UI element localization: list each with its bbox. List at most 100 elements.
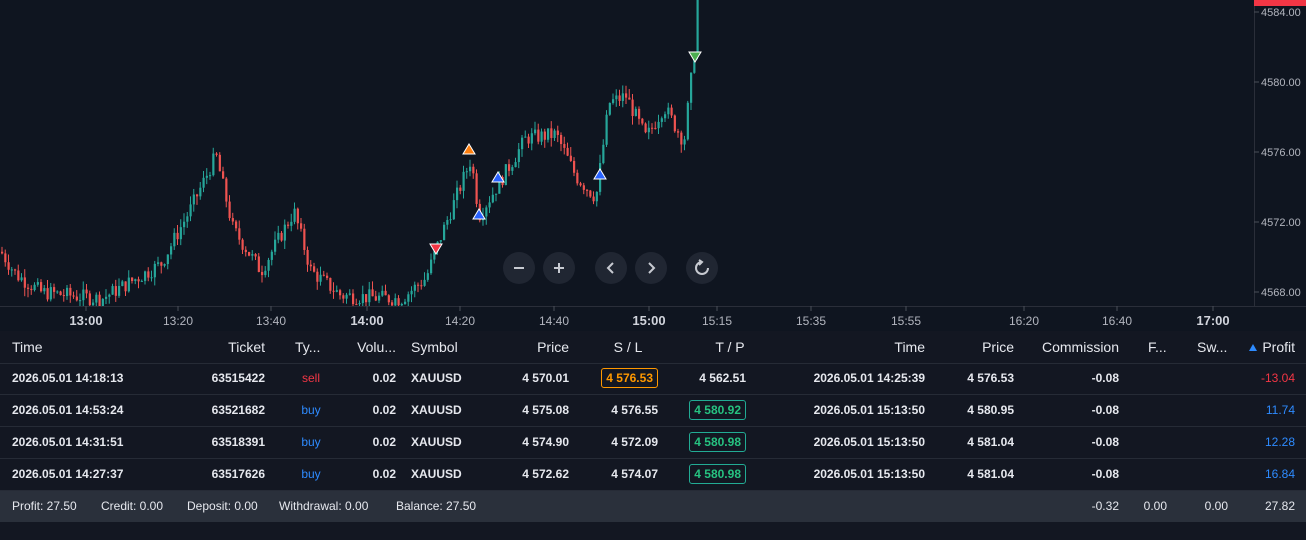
candle (602, 139, 605, 165)
candle (319, 266, 322, 286)
candle (420, 279, 423, 290)
header-volume[interactable]: Volu... (340, 332, 396, 363)
table-row[interactable]: 2026.05.01 14:31:51 63518391 buy 0.02 XAUUSD… (0, 427, 1306, 459)
cell-tp: 4 580.98 (668, 427, 746, 458)
candle (595, 191, 598, 207)
candle (53, 283, 56, 299)
candle (69, 284, 72, 303)
candle (615, 89, 618, 107)
header-fee[interactable]: F... (1148, 332, 1167, 363)
candle (404, 298, 407, 305)
header-price[interactable]: Price (490, 332, 569, 363)
header-tp[interactable]: T / P (700, 332, 760, 363)
candle (543, 128, 546, 148)
sl-exit-marker-icon[interactable] (462, 143, 476, 155)
cell-price: 4 572.62 (522, 467, 569, 481)
candle (254, 253, 257, 260)
candle (137, 276, 140, 289)
cell-ticket: 63517626 (211, 467, 265, 481)
candle (46, 279, 49, 302)
header-sl[interactable]: S / L (598, 332, 658, 363)
candle (475, 169, 478, 208)
candle (189, 196, 192, 222)
header-symbol[interactable]: Symbol (411, 332, 458, 363)
header-commission[interactable]: Commission (1030, 332, 1119, 363)
header-swap[interactable]: Sw... (1197, 332, 1227, 363)
cell-commission: -0.08 (1091, 371, 1119, 385)
x-tick-label: 16:20 (1009, 314, 1039, 328)
header-ticket[interactable]: Ticket (180, 332, 265, 363)
candle (508, 159, 511, 177)
candle (85, 283, 88, 299)
candle (569, 147, 572, 162)
sl-hit-badge: 4 576.53 (601, 368, 658, 388)
header-time[interactable]: Time (12, 332, 43, 363)
scroll-left-button[interactable] (595, 252, 627, 284)
y-tick-label: 4584.00 (1261, 7, 1301, 19)
candle (98, 291, 101, 306)
candle (381, 285, 384, 297)
candle (641, 117, 644, 126)
candle (131, 277, 134, 284)
zoom-out-button[interactable] (503, 252, 535, 284)
candle (111, 283, 114, 295)
zoom-in-button[interactable] (543, 252, 575, 284)
summary-total-profit: 27.82 (1264, 499, 1295, 513)
header-profit[interactable]: Profit (1225, 332, 1295, 363)
header-close-price[interactable]: Price (940, 332, 1014, 363)
cell-price: 4 575.08 (522, 403, 569, 417)
price-chart[interactable]: 4584.00 4580.00 4576.00 4572.00 4568.00 13:0… (0, 0, 1306, 331)
candle (563, 136, 566, 155)
candle (88, 290, 91, 306)
summary-credit: Credit: 0.00 (101, 499, 164, 513)
candle (267, 257, 270, 278)
candle (290, 213, 293, 232)
candle (335, 285, 338, 293)
candle (30, 285, 33, 295)
candle (264, 266, 267, 278)
candle (446, 216, 449, 230)
cell-symbol: XAUUSD (411, 435, 462, 449)
candle (313, 262, 316, 273)
candle (231, 212, 234, 225)
candle (670, 104, 673, 119)
candle (121, 279, 124, 287)
reset-chart-button[interactable] (686, 252, 718, 284)
summary-withdrawal: Withdrawal: 0.00 (279, 499, 369, 513)
tp-exit-marker-icon[interactable] (688, 51, 702, 63)
candle (147, 267, 150, 282)
candle (199, 182, 202, 200)
cell-price: 4 574.90 (522, 435, 569, 449)
y-tick-label: 4576.00 (1261, 147, 1301, 159)
candle (251, 250, 254, 261)
sell-entry-marker-icon[interactable] (429, 243, 443, 255)
candle (274, 231, 277, 256)
header-type[interactable]: Ty... (295, 332, 320, 363)
candle (365, 294, 368, 306)
candle (664, 111, 667, 123)
table-row[interactable]: 2026.05.01 14:53:24 63521682 buy 0.02 XAUUSD… (0, 395, 1306, 427)
scroll-right-button[interactable] (635, 252, 667, 284)
candle (621, 85, 624, 108)
candle (387, 294, 390, 306)
candle (33, 282, 36, 292)
candle (469, 159, 472, 177)
cell-type: sell (301, 371, 320, 385)
table-row[interactable]: 2026.05.01 14:18:13 63515422 sell 0.02 XAUUS… (0, 363, 1306, 395)
buy-entry-marker-icon[interactable] (593, 168, 607, 180)
cell-volume: 0.02 (372, 467, 396, 481)
candle (293, 202, 296, 225)
candle (283, 219, 286, 249)
candle (157, 256, 160, 267)
header-close-time[interactable]: Time (850, 332, 925, 363)
candle (166, 254, 169, 270)
candle (114, 279, 117, 302)
candle (683, 135, 686, 151)
cell-tp: 4 580.92 (668, 395, 746, 426)
y-tick-label: 4568.00 (1261, 287, 1301, 299)
candle (140, 279, 143, 282)
candle (537, 123, 540, 145)
table-row[interactable]: 2026.05.01 14:27:37 63517626 buy 0.02 XAUUSD… (0, 459, 1306, 491)
candle (296, 207, 299, 230)
summary-swap: 0.00 (1204, 499, 1228, 513)
